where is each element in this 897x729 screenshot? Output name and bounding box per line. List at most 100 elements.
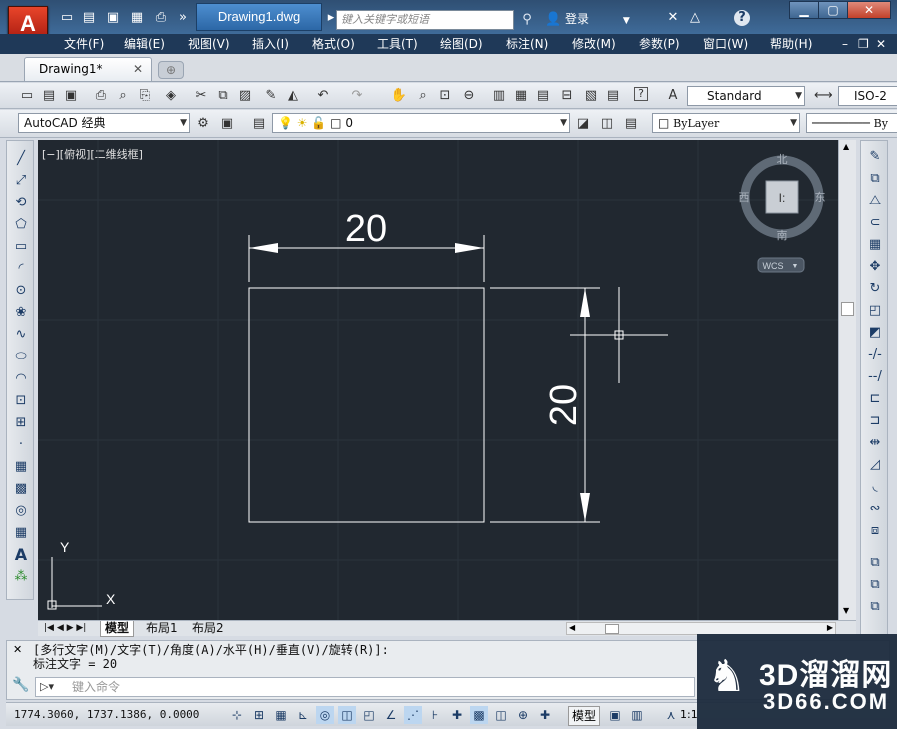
match-properties-icon[interactable]: ✎: [262, 87, 280, 105]
menu-parameters[interactable]: 参数(P): [639, 35, 680, 53]
array-icon[interactable]: ▦: [864, 235, 886, 255]
gradient-icon[interactable]: ▩: [10, 479, 32, 499]
insert-block-icon[interactable]: ⊡: [10, 391, 32, 411]
annotation-monitor-icon[interactable]: ✚: [536, 706, 554, 724]
zoom-previous-icon[interactable]: ⊖: [460, 87, 478, 105]
erase-icon[interactable]: ✎: [864, 147, 886, 167]
quick-view-layouts-icon[interactable]: ▣: [606, 706, 624, 724]
ortho-icon[interactable]: ⊾: [294, 706, 312, 724]
scroll-thumb[interactable]: [841, 302, 854, 316]
transparency-icon[interactable]: ▩: [470, 706, 488, 724]
menu-edit[interactable]: 编辑(E): [124, 35, 165, 53]
model-space-button[interactable]: 模型: [568, 706, 601, 726]
gear-icon[interactable]: ⚙: [194, 115, 212, 133]
viewcube[interactable]: I: 北 南 西 东 WCS ▼: [739, 153, 826, 273]
polygon-icon[interactable]: ⬠: [10, 215, 32, 235]
send-back-icon[interactable]: ⧉: [864, 597, 886, 617]
preview-icon[interactable]: ⌕: [114, 87, 132, 105]
properties-icon[interactable]: ▥: [490, 87, 508, 105]
compass-north[interactable]: 北: [777, 153, 788, 166]
arc-icon[interactable]: ◜: [10, 259, 32, 279]
ellipse-icon[interactable]: ⬭: [10, 347, 32, 367]
scroll-left-icon[interactable]: ◀: [569, 623, 575, 632]
annotation-scale-icon[interactable]: ⋏: [662, 706, 680, 724]
annotation-scale-value[interactable]: 1:1: [680, 707, 698, 723]
publish-icon[interactable]: ⎘: [136, 87, 154, 105]
ellipse-arc-icon[interactable]: ◠: [10, 369, 32, 389]
redo-icon[interactable]: ↷: [348, 87, 366, 105]
horizontal-dim-text[interactable]: 20: [345, 208, 387, 250]
construction-line-icon[interactable]: ⤢: [10, 171, 32, 191]
command-input[interactable]: ▷▾ 键入命令: [35, 677, 695, 697]
color-select[interactable]: □ ByLayer ▼: [652, 113, 800, 133]
doc-restore-icon[interactable]: ❐: [858, 35, 869, 53]
zoom-realtime-icon[interactable]: ⌕: [414, 87, 432, 105]
blend-curves-icon[interactable]: ∾: [864, 499, 886, 519]
lineweight-icon[interactable]: ✚: [448, 706, 466, 724]
copy-icon[interactable]: ⧉: [214, 87, 232, 105]
wrench-icon[interactable]: 🔧: [12, 677, 29, 693]
undo-icon[interactable]: ↶: [314, 87, 332, 105]
explode-icon[interactable]: ⧈: [864, 521, 886, 541]
tab-layout1[interactable]: 布局1: [142, 621, 182, 637]
trim-icon[interactable]: -/-: [864, 345, 886, 365]
mtext-icon[interactable]: A: [10, 545, 32, 565]
bring-front-icon[interactable]: ⧉: [864, 575, 886, 595]
first-tab-icon[interactable]: |◀ ◀ ▶ ▶|: [40, 621, 90, 637]
copy-object-icon[interactable]: ⧉: [864, 169, 886, 189]
hatch-icon[interactable]: ▦: [10, 457, 32, 477]
scroll-up-icon[interactable]: ▲: [843, 142, 849, 151]
dyn-input-icon[interactable]: ⊦: [426, 706, 444, 724]
help-icon[interactable]: ?: [734, 10, 750, 26]
open-file-icon[interactable]: ▤: [80, 9, 98, 27]
maximize-button[interactable]: ▢: [818, 1, 848, 19]
paste-icon[interactable]: ▨: [236, 87, 254, 105]
offset-icon[interactable]: ⊂: [864, 213, 886, 233]
menu-help[interactable]: 帮助(H): [770, 35, 812, 53]
menu-format[interactable]: 格式(O): [312, 35, 355, 53]
scale-icon[interactable]: ◰: [864, 301, 886, 321]
menu-insert[interactable]: 插入(I): [252, 35, 289, 53]
selection-cycling-icon[interactable]: ⊕: [514, 706, 532, 724]
block-editor-icon[interactable]: ◭: [284, 87, 302, 105]
line-icon[interactable]: ╱: [10, 149, 32, 169]
drawing-canvas[interactable]: [−][俯视][二维线框] 20 20 I: 北 南 西 东 WCS ▼ Y X: [38, 140, 838, 620]
pan-icon[interactable]: ✋: [390, 87, 408, 105]
tool-palettes-icon[interactable]: ▤: [534, 87, 552, 105]
scroll-right-icon[interactable]: ▶: [827, 623, 833, 632]
move-icon[interactable]: ✥: [864, 257, 886, 277]
close-cmd-icon[interactable]: ✕: [13, 643, 22, 656]
infer-constraints-icon[interactable]: ⊹: [228, 706, 246, 724]
add-selected-icon[interactable]: ⁂: [10, 567, 32, 587]
save-as-icon[interactable]: ▦: [128, 9, 146, 27]
dim-style-select[interactable]: ISO-2: [838, 86, 897, 106]
stretch-icon[interactable]: ◩: [864, 323, 886, 343]
rotate-icon[interactable]: ↻: [864, 279, 886, 299]
menu-dimension[interactable]: 标注(N): [506, 35, 548, 53]
revcloud-icon[interactable]: ❀: [10, 303, 32, 323]
vertical-scrollbar[interactable]: ▲ ▼: [838, 140, 856, 620]
scroll-down-icon[interactable]: ▼: [843, 606, 849, 615]
mirror-icon[interactable]: ⧍: [864, 191, 886, 211]
close-button[interactable]: ✕: [847, 1, 891, 19]
save-icon[interactable]: ▣: [62, 87, 80, 105]
zoom-window-icon[interactable]: ⊡: [436, 87, 454, 105]
join-icon[interactable]: ⇹: [864, 433, 886, 453]
grid-display-icon[interactable]: ▦: [272, 706, 290, 724]
print-icon[interactable]: ⎙: [152, 9, 170, 27]
3d-print-icon[interactable]: ◈: [162, 87, 180, 105]
extend-icon[interactable]: --/: [864, 367, 886, 387]
linetype-select[interactable]: ──────── By: [806, 113, 897, 133]
login-button[interactable]: 👤 登录 ▼: [545, 8, 630, 30]
save-icon[interactable]: ▣: [104, 9, 122, 27]
compass-west[interactable]: 西: [739, 192, 750, 204]
sheet-set-icon[interactable]: ⊟: [558, 87, 576, 105]
menu-window[interactable]: 窗口(W): [703, 35, 748, 53]
fillet-icon[interactable]: ◟: [864, 477, 886, 497]
spline-icon[interactable]: ∿: [10, 325, 32, 345]
3d-osnap-icon[interactable]: ◰: [360, 706, 378, 724]
layer-previous-icon[interactable]: ◫: [598, 115, 616, 133]
break-at-point-icon[interactable]: ⊏: [864, 389, 886, 409]
menu-view[interactable]: 视图(V): [188, 35, 230, 53]
rectangle-icon[interactable]: ▭: [10, 237, 32, 257]
